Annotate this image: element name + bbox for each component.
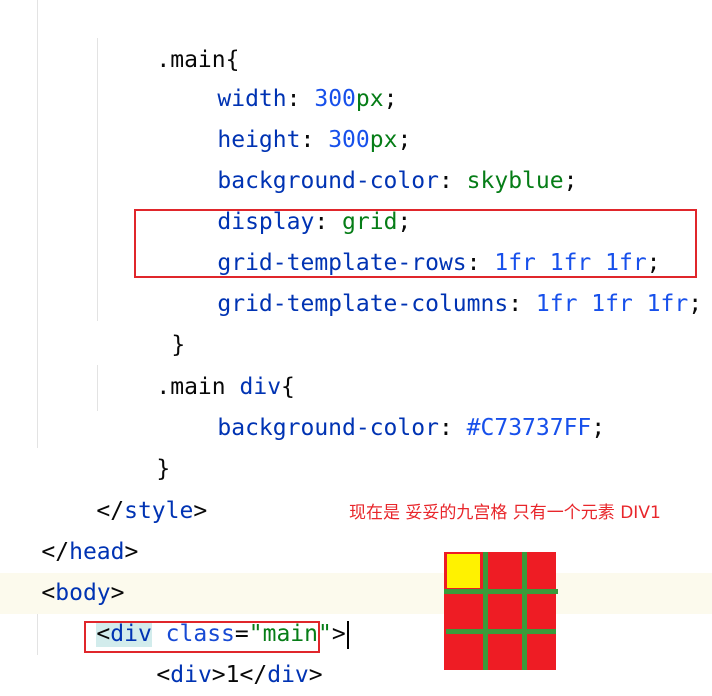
code-line-width[interactable]: width: 300px; — [162, 38, 397, 112]
code-line-style-close[interactable]: </style> — [41, 450, 207, 524]
div-text-content: 1 — [225, 662, 240, 688]
code-line-body-open[interactable]: <body> — [0, 532, 124, 606]
code-editor[interactable]: .main{ width: 300px; height: 300px; back… — [0, 0, 712, 696]
indent-guide — [37, 614, 38, 655]
grid-line-horizontal — [444, 589, 558, 594]
indent-guide — [97, 365, 98, 411]
code-line-display[interactable]: display: grid; — [162, 161, 411, 235]
css-value: 1fr 1fr 1fr — [535, 291, 689, 317]
code-line-main-selector[interactable]: .main{ — [101, 0, 239, 73]
html-tag-name: div — [267, 662, 309, 688]
code-line-height[interactable]: height: 300px; — [162, 79, 411, 153]
text-caret — [346, 620, 349, 649]
indent-guide — [97, 38, 98, 321]
annotation-note: 现在是 妥妥的九宫格 只有一个元素 DIV1 — [349, 503, 661, 523]
grid-line-vertical — [522, 552, 527, 670]
code-line-div-close[interactable]: </div> — [41, 655, 180, 696]
code-line-div-background[interactable]: background-color: #C73737FF; — [162, 367, 605, 441]
code-line-background[interactable]: background-color: skyblue; — [162, 120, 577, 194]
grid-illustration — [444, 552, 558, 670]
code-line-main-div-selector[interactable]: .main div{ — [101, 326, 295, 400]
indent-guide — [37, 0, 38, 448]
code-line-close-brace[interactable]: } — [101, 408, 170, 482]
code-line-head-close[interactable]: </head> — [0, 491, 138, 565]
code-line-close-brace[interactable]: } — [116, 284, 185, 358]
highlight-box-grid-template — [134, 209, 697, 278]
css-value: skyblue — [466, 168, 564, 194]
grid-line-horizontal — [446, 629, 556, 634]
highlight-box-inner-div — [84, 621, 320, 653]
css-color-value: #C73737FF — [466, 415, 592, 441]
code-line-div-main[interactable]: <div class="main"> — [41, 573, 349, 649]
css-property: background-color — [217, 415, 439, 441]
css-property: grid-template-columns — [217, 291, 509, 317]
grid-cell-div1 — [447, 554, 480, 588]
grid-line-vertical — [483, 552, 488, 670]
